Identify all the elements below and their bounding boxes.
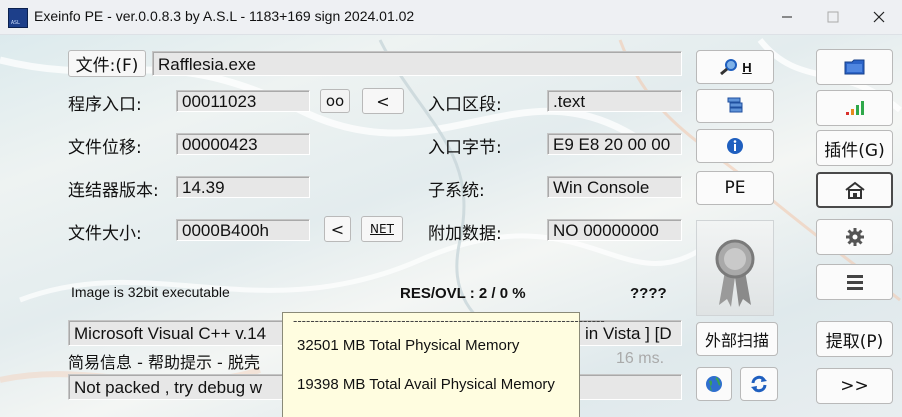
maximize-button[interactable] bbox=[810, 0, 856, 34]
entry-bytes-label: 入口字节: bbox=[428, 138, 502, 158]
entry-bytes-field[interactable]: E9 E8 20 00 00 bbox=[547, 133, 682, 155]
title-bar: ASL Exeinfo PE - ver.0.0.8.3 by A.S.L - … bbox=[0, 0, 902, 35]
tooltip-separator: ----------------------------------------… bbox=[293, 313, 605, 328]
statistics-button[interactable] bbox=[816, 90, 893, 126]
oo-button[interactable]: oo bbox=[320, 89, 350, 113]
award-panel bbox=[696, 220, 774, 316]
section-view-button[interactable] bbox=[696, 89, 774, 123]
linker-version-label: 连结器版本: bbox=[68, 181, 159, 201]
home-icon bbox=[844, 181, 865, 199]
gear-icon bbox=[845, 228, 864, 246]
file-offset-field[interactable]: 00000423 bbox=[176, 133, 310, 155]
info-icon bbox=[727, 138, 743, 154]
file-size-label: 文件大小: bbox=[68, 224, 142, 244]
globe-icon bbox=[706, 376, 722, 392]
file-size-field[interactable]: 0000B400h bbox=[176, 219, 310, 241]
memory-tooltip: ----------------------------------------… bbox=[282, 312, 605, 417]
open-folder-button[interactable] bbox=[816, 49, 893, 85]
maximize-icon bbox=[827, 11, 839, 23]
extract-button[interactable]: 提取(P) bbox=[816, 321, 893, 357]
entry-point-back-button[interactable]: < bbox=[362, 88, 404, 114]
entry-section-field[interactable]: .text bbox=[547, 90, 682, 112]
res-ovl-text: RES/OVL : 2 / 0 % bbox=[400, 285, 526, 302]
menu-button[interactable] bbox=[816, 264, 893, 300]
refresh-button[interactable] bbox=[740, 367, 778, 401]
window-title: Exeinfo PE - ver.0.0.8.3 by A.S.L - 1183… bbox=[34, 8, 415, 24]
refresh-icon bbox=[751, 375, 767, 393]
hint-text: 简易信息 - 帮助提示 - 脱壳 bbox=[68, 353, 260, 372]
file-name-field[interactable]: Rafflesia.exe bbox=[152, 51, 682, 76]
linker-version-field[interactable]: 14.39 bbox=[176, 176, 310, 198]
next-button[interactable]: >> bbox=[816, 368, 893, 404]
overlay-field[interactable]: NO 00000000 bbox=[547, 219, 682, 241]
home-button[interactable] bbox=[816, 172, 893, 208]
folder-icon bbox=[844, 59, 864, 75]
net-button[interactable]: NET bbox=[361, 216, 403, 242]
close-icon bbox=[873, 11, 885, 23]
compiler-text: Microsoft Visual C++ v.14 bbox=[74, 324, 267, 343]
tooltip-avail-memory: 19398 MB Total Avail Physical Memory bbox=[297, 376, 555, 393]
app-icon-text: ASL bbox=[11, 20, 21, 26]
subsystem-label: 子系统: bbox=[428, 181, 485, 201]
stack-icon bbox=[727, 97, 743, 113]
external-scan-button[interactable]: 外部扫描 bbox=[696, 322, 778, 356]
tooltip-total-memory: 32501 MB Total Physical Memory bbox=[297, 337, 520, 354]
entry-point-field[interactable]: 00011023 bbox=[176, 90, 310, 112]
options-button[interactable] bbox=[816, 219, 893, 255]
minimize-icon bbox=[782, 16, 792, 18]
exeinfo-window: ASL Exeinfo PE - ver.0.0.8.3 by A.S.L - … bbox=[0, 0, 902, 417]
timing-text: 16 ms. bbox=[616, 350, 665, 367]
entry-point-label: 程序入口: bbox=[68, 95, 142, 115]
entry-section-label: 入口区段: bbox=[428, 95, 502, 115]
file-offset-label: 文件位移: bbox=[68, 138, 142, 158]
hex-view-label: H bbox=[742, 59, 752, 75]
file-size-back-button[interactable]: < bbox=[324, 216, 351, 242]
info-button[interactable] bbox=[696, 129, 774, 163]
magnifier-icon bbox=[720, 59, 738, 76]
overlay-label: 附加数据: bbox=[428, 224, 502, 244]
menu-icon bbox=[846, 275, 863, 290]
pe-button[interactable]: PE bbox=[696, 171, 774, 205]
app-icon: ASL bbox=[8, 8, 28, 28]
minimize-button[interactable] bbox=[764, 0, 810, 34]
web-button[interactable] bbox=[696, 367, 732, 401]
plugins-button[interactable]: 插件(G) bbox=[816, 130, 893, 166]
unknown-indicator: ???? bbox=[630, 285, 667, 302]
award-icon bbox=[715, 239, 755, 307]
bars-icon bbox=[845, 101, 864, 115]
subsystem-field[interactable]: Win Console bbox=[547, 176, 682, 198]
file-open-button[interactable]: 文件:(F) bbox=[68, 50, 146, 77]
image-info-text: Image is 32bit executable bbox=[71, 284, 230, 300]
close-button[interactable] bbox=[856, 0, 902, 34]
hex-view-button[interactable]: H bbox=[696, 50, 774, 84]
